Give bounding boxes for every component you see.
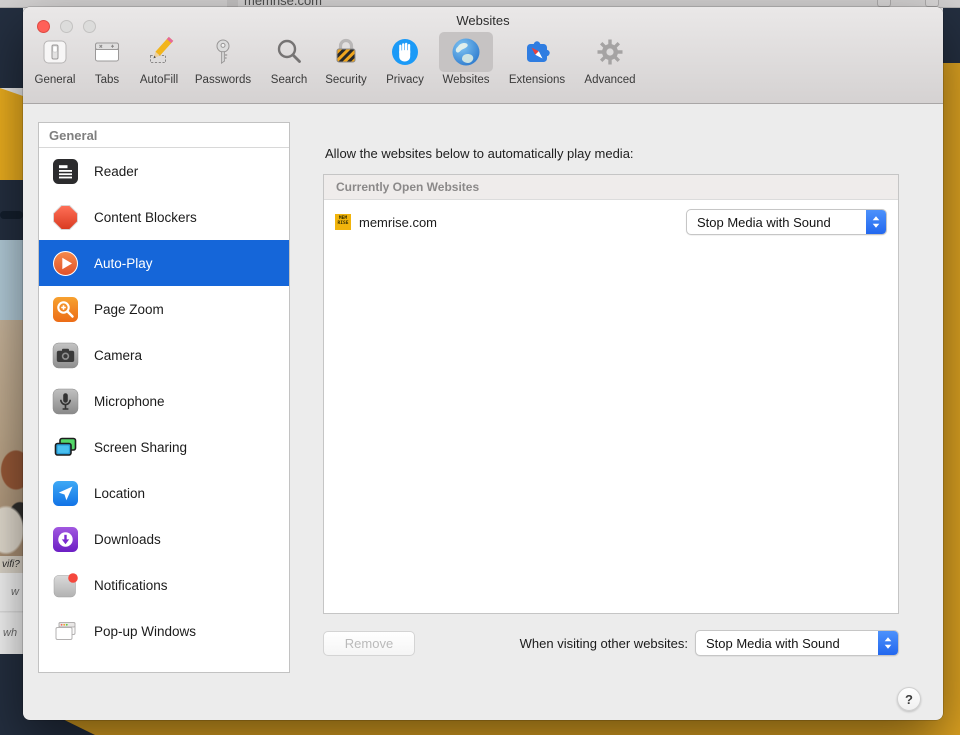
background-answer-row[interactable]: wh (0, 613, 23, 654)
sidebar-item-screen-sharing[interactable]: Screen Sharing (39, 424, 289, 470)
sidebar-item-label: Camera (94, 348, 142, 363)
sidebar-item-label: Auto-Play (94, 256, 153, 271)
toolbar-item-autofill[interactable]: AutoFill (133, 32, 185, 86)
background-navy-band (943, 8, 960, 63)
toolbar-item-websites[interactable]: Websites (435, 32, 497, 86)
general-icon (28, 32, 82, 72)
background-answer-row[interactable]: w (0, 573, 23, 612)
background-photo (0, 320, 23, 573)
website-row: MEM RISE memrise.com Stop Media with Sou… (324, 200, 898, 244)
sidebar-item-page-zoom[interactable]: Page Zoom (39, 286, 289, 332)
sidebar-header: General (39, 123, 289, 148)
toolbar-item-search[interactable]: Search (261, 32, 317, 86)
sidebar-item-reader[interactable]: Reader (39, 148, 289, 194)
background-navy-band (0, 8, 23, 88)
other-websites-label: When visiting other websites: (455, 636, 688, 651)
sidebar-item-label: Content Blockers (94, 210, 197, 225)
website-name: memrise.com (359, 215, 437, 230)
stepper-icon (878, 630, 898, 656)
advanced-icon (583, 32, 637, 72)
toolbar-item-passwords[interactable]: Passwords (185, 32, 261, 86)
sidebar-item-label: Location (94, 486, 145, 501)
search-icon (262, 32, 316, 72)
background-page-left-edge: vifi? w wh (0, 8, 23, 735)
extensions-icon (510, 32, 564, 72)
popup-windows-icon (52, 618, 79, 645)
remove-button[interactable]: Remove (323, 631, 415, 656)
autofill-icon (132, 32, 186, 72)
privacy-icon (378, 32, 432, 72)
background-pill-shape (0, 211, 23, 219)
background-window-button-icon[interactable] (925, 0, 939, 7)
location-icon (52, 480, 79, 507)
security-icon (319, 32, 373, 72)
screen-sharing-icon (52, 434, 79, 461)
toolbar-item-privacy[interactable]: Privacy (375, 32, 435, 86)
stepper-icon (866, 209, 886, 235)
preferences-toolbar: Websites General Tabs (23, 7, 943, 104)
panel-heading: Allow the websites below to automaticall… (325, 146, 634, 161)
tabs-icon (80, 32, 134, 72)
sidebar: General Reader Content Blockers Auto-Pla… (38, 122, 290, 673)
passwords-icon (196, 32, 250, 72)
autoplay-setting-dropdown[interactable]: Stop Media with Sound (686, 209, 887, 235)
content-blockers-icon (52, 204, 79, 231)
background-navy-band (0, 180, 23, 240)
page-zoom-icon (52, 296, 79, 323)
toolbar-item-advanced[interactable]: Advanced (577, 32, 643, 86)
sidebar-item-content-blockers[interactable]: Content Blockers (39, 194, 289, 240)
sidebar-item-camera[interactable]: Camera (39, 332, 289, 378)
websites-icon (439, 32, 493, 72)
microphone-icon (52, 388, 79, 415)
memrise-favicon: MEM RISE (335, 214, 351, 230)
sidebar-item-label: Downloads (94, 532, 161, 547)
window-title: Websites (23, 13, 943, 28)
toolbar-item-general[interactable]: General (29, 32, 81, 86)
sidebar-item-label: Notifications (94, 578, 168, 593)
toolbar-item-tabs[interactable]: Tabs (81, 32, 133, 86)
sidebar-item-auto-play[interactable]: Auto-Play (39, 240, 289, 286)
background-window-button-icon[interactable] (877, 0, 891, 7)
help-button[interactable]: ? (897, 687, 921, 711)
websites-groupbox: Currently Open Websites MEM RISE memrise… (323, 174, 899, 614)
auto-play-icon (52, 250, 79, 277)
sidebar-item-label: Pop-up Windows (94, 624, 196, 639)
background-gold-band (0, 88, 23, 188)
camera-icon (52, 342, 79, 369)
sidebar-item-label: Reader (94, 164, 138, 179)
groupbox-header: Currently Open Websites (324, 175, 898, 200)
reader-icon (52, 158, 79, 185)
sidebar-item-label: Screen Sharing (94, 440, 187, 455)
preferences-window: Websites General Tabs (23, 7, 943, 720)
background-caption-text: vifi? (0, 556, 23, 573)
sidebar-item-label: Microphone (94, 394, 165, 409)
toolbar-item-extensions[interactable]: Extensions (497, 32, 577, 86)
toolbar-items: General Tabs AutoFill (29, 32, 643, 86)
notifications-icon (52, 572, 79, 599)
sidebar-item-location[interactable]: Location (39, 470, 289, 516)
screen: memrise.com vifi? w wh Websites (0, 0, 960, 735)
downloads-icon (52, 526, 79, 553)
sidebar-item-microphone[interactable]: Microphone (39, 378, 289, 424)
sidebar-item-popup-windows[interactable]: Pop-up Windows (39, 608, 289, 654)
sidebar-item-label: Page Zoom (94, 302, 164, 317)
other-websites-dropdown[interactable]: Stop Media with Sound (695, 630, 899, 656)
toolbar-item-security[interactable]: Security (317, 32, 375, 86)
sidebar-item-notifications[interactable]: Notifications (39, 562, 289, 608)
background-page-right-edge (943, 8, 960, 735)
sidebar-item-downloads[interactable]: Downloads (39, 516, 289, 562)
background-lightblue-band (0, 240, 23, 320)
